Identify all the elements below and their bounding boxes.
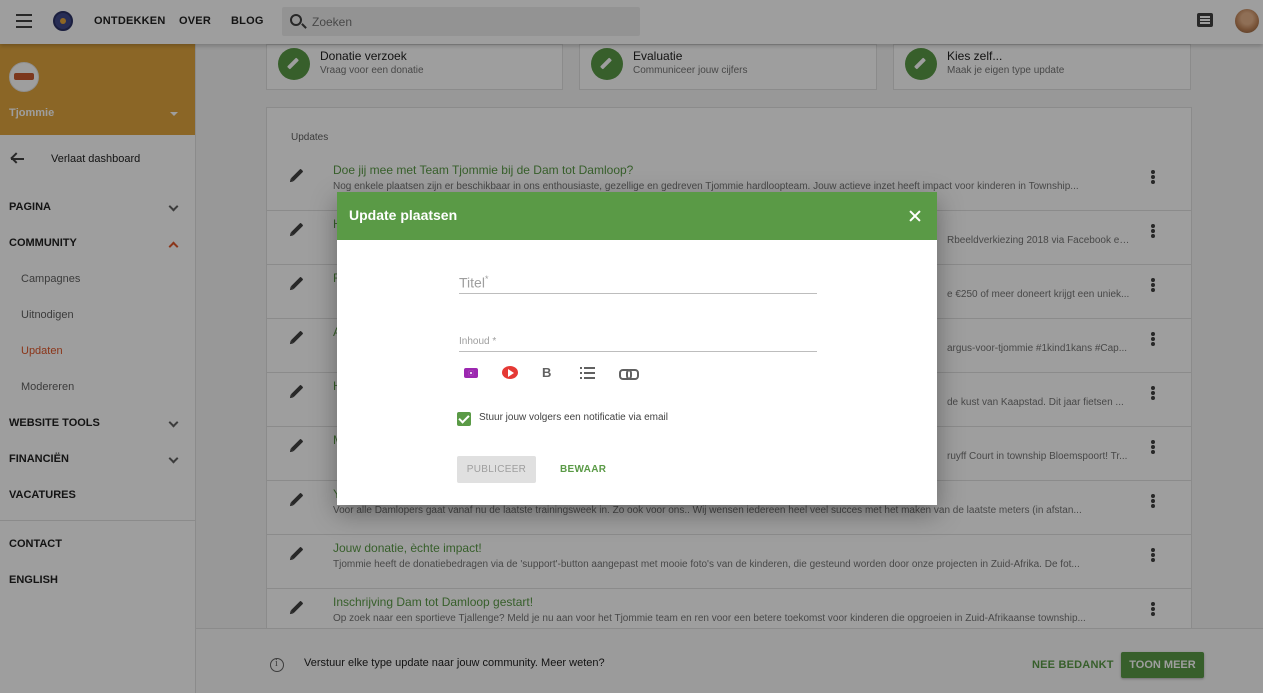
title-field[interactable]: Titel*: [459, 272, 817, 294]
youtube-icon[interactable]: [502, 364, 520, 382]
dialog-title: Update plaatsen: [349, 207, 458, 223]
content-field[interactable]: Inhoud *: [459, 334, 817, 352]
list-icon[interactable]: [580, 364, 598, 382]
notify-label[interactable]: Stuur jouw volgers een notificatie via e…: [479, 412, 668, 423]
save-button[interactable]: BEWAAR: [560, 464, 606, 475]
title-label: Titel*: [459, 274, 489, 291]
content-label: Inhoud *: [459, 336, 497, 347]
publish-button[interactable]: PUBLICEER: [457, 456, 536, 483]
dialog-header: Update plaatsen: [337, 192, 937, 240]
bold-icon[interactable]: B: [542, 364, 560, 382]
camera-icon[interactable]: [463, 364, 481, 382]
update-dialog: Update plaatsen Titel* Inhoud * B Stuur …: [337, 192, 937, 505]
close-icon[interactable]: [908, 209, 922, 223]
link-icon[interactable]: [619, 364, 639, 382]
notify-checkbox[interactable]: [457, 412, 471, 426]
